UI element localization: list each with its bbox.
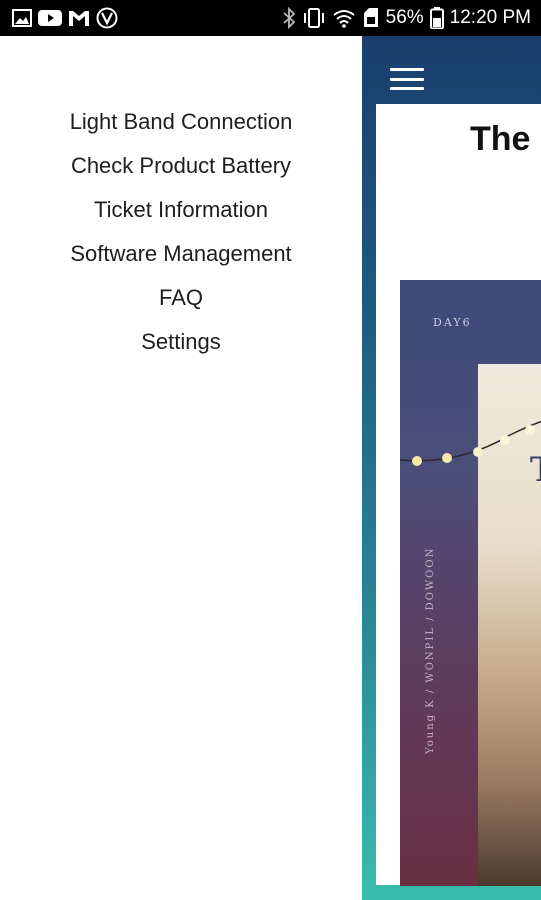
battery-percent: 56% bbox=[385, 7, 424, 28]
string-lights-icon bbox=[400, 420, 541, 466]
album-member-credits: Young K / WONPIL / DOWOON bbox=[425, 546, 436, 754]
drawer-menu: Light Band Connection Check Product Batt… bbox=[0, 36, 362, 373]
vibrate-icon bbox=[302, 7, 326, 29]
wifi-icon bbox=[332, 8, 356, 28]
album-cover-image[interactable]: DAY6 Young K / WONPIL / DOWOON T bbox=[400, 280, 541, 886]
status-bar: 56% 12:20 PM bbox=[0, 0, 541, 36]
main-screen: The DAY6 Young K / WONPIL / DOWOON T bbox=[362, 36, 541, 900]
v-app-icon bbox=[96, 7, 118, 29]
gmail-icon bbox=[68, 9, 90, 27]
navigation-drawer: Light Band Connection Check Product Batt… bbox=[0, 36, 362, 900]
page-title: The bbox=[470, 120, 531, 158]
status-bar-system: 56% 12:20 PM bbox=[282, 7, 531, 29]
bluetooth-icon bbox=[282, 7, 296, 29]
gallery-icon bbox=[12, 9, 32, 27]
album-artist-label: DAY6 bbox=[433, 316, 472, 329]
sim-icon bbox=[362, 7, 380, 29]
menu-item-settings[interactable]: Settings bbox=[0, 311, 362, 373]
youtube-icon bbox=[38, 9, 62, 27]
battery-icon bbox=[429, 7, 444, 29]
clock: 12:20 PM bbox=[449, 7, 531, 28]
album-title: T bbox=[530, 450, 541, 490]
menu-icon[interactable] bbox=[390, 68, 424, 90]
status-bar-notifications bbox=[12, 7, 118, 29]
